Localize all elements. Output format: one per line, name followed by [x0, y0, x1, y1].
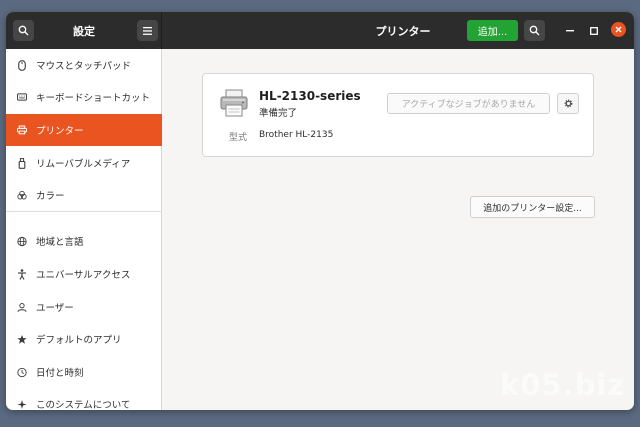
page-title: プリンター	[375, 25, 431, 38]
printer-status: 準備完了	[259, 108, 298, 119]
sidebar-divider	[6, 211, 162, 212]
color-icon	[17, 189, 27, 201]
printer-icon	[17, 124, 27, 136]
gear-icon	[564, 99, 572, 108]
sidebar-item-label: キーボードショートカット	[36, 93, 151, 104]
sidebar-item-keyboard-shortcuts[interactable]: キーボードショートカット	[6, 81, 162, 113]
sidebar-item-removable-media[interactable]: リムーバブルメディア	[6, 147, 162, 179]
sidebar: マウスとタッチパッド キーボードショートカット プリンター リムーバブルメディア…	[6, 49, 162, 410]
sidebar-item-label: プリンター	[36, 126, 84, 137]
sidebar-item-date-time[interactable]: 日付と時刻	[6, 356, 162, 388]
minimize-button[interactable]	[562, 23, 577, 38]
accessibility-icon	[17, 268, 27, 280]
sidebar-item-about[interactable]: このシステムについて	[6, 388, 162, 410]
main-content: HL-2130-series 準備完了 アクティブなジョブがありません 型式 B…	[162, 49, 634, 410]
settings-window: 設定 プリンター 追加... マウスとタッチパッド キーボードショートカット プ…	[6, 12, 634, 410]
clock-icon	[17, 366, 27, 378]
minimize-icon	[565, 29, 574, 31]
sidebar-item-label: カラー	[36, 191, 65, 202]
info-sparkle-icon	[17, 398, 27, 410]
search-button[interactable]	[13, 20, 34, 41]
search-icon	[18, 25, 29, 36]
sidebar-item-label: 地域と言語	[36, 237, 84, 248]
close-button[interactable]	[611, 22, 626, 37]
sidebar-item-label: ユニバーサルアクセス	[36, 270, 131, 281]
sidebar-item-label: マウスとタッチパッド	[36, 61, 132, 72]
sidebar-item-color[interactable]: カラー	[6, 179, 162, 211]
printer-card: HL-2130-series 準備完了 アクティブなジョブがありません 型式 B…	[202, 73, 594, 157]
sidebar-item-mouse-touchpad[interactable]: マウスとタッチパッド	[6, 49, 162, 81]
star-icon	[17, 333, 27, 345]
printer-name: HL-2130-series	[259, 89, 361, 103]
hamburger-icon	[143, 26, 152, 35]
model-value: Brother HL-2135	[259, 130, 334, 140]
sidebar-item-default-apps[interactable]: デフォルトのアプリ	[6, 323, 162, 355]
maximize-icon	[589, 26, 598, 35]
sidebar-item-region-language[interactable]: 地域と言語	[6, 225, 162, 257]
sidebar-item-label: デフォルトのアプリ	[36, 335, 122, 346]
maximize-button[interactable]	[586, 23, 601, 38]
menu-button[interactable]	[137, 20, 158, 41]
printer-search-button[interactable]	[524, 20, 545, 41]
model-label: 型式	[229, 133, 248, 143]
watermark: k05.biz	[500, 368, 626, 402]
globe-icon	[17, 235, 27, 247]
additional-printer-settings-button[interactable]: 追加のプリンター設定...	[470, 196, 595, 218]
sidebar-item-label: リムーバブルメディア	[36, 159, 131, 170]
keyboard-icon	[17, 91, 27, 103]
sidebar-item-users[interactable]: ユーザー	[6, 291, 162, 323]
sidebar-title: 設定	[73, 25, 95, 38]
search-icon	[529, 25, 540, 36]
add-printer-button[interactable]: 追加...	[467, 20, 518, 41]
printer-device-icon	[219, 88, 249, 118]
sidebar-item-universal-access[interactable]: ユニバーサルアクセス	[6, 258, 162, 290]
close-icon	[615, 26, 622, 33]
removable-media-icon	[17, 157, 27, 169]
sidebar-header: 設定	[6, 12, 162, 49]
active-jobs-button[interactable]: アクティブなジョブがありません	[387, 93, 550, 114]
header-bar: 設定 プリンター 追加...	[6, 12, 634, 49]
mouse-icon	[17, 59, 27, 71]
user-icon	[17, 301, 27, 313]
printer-settings-button[interactable]	[557, 93, 579, 114]
sidebar-item-label: ユーザー	[36, 303, 74, 314]
sidebar-item-printers[interactable]: プリンター	[6, 114, 162, 146]
sidebar-item-label: 日付と時刻	[36, 368, 84, 379]
sidebar-item-label: このシステムについて	[36, 400, 131, 410]
